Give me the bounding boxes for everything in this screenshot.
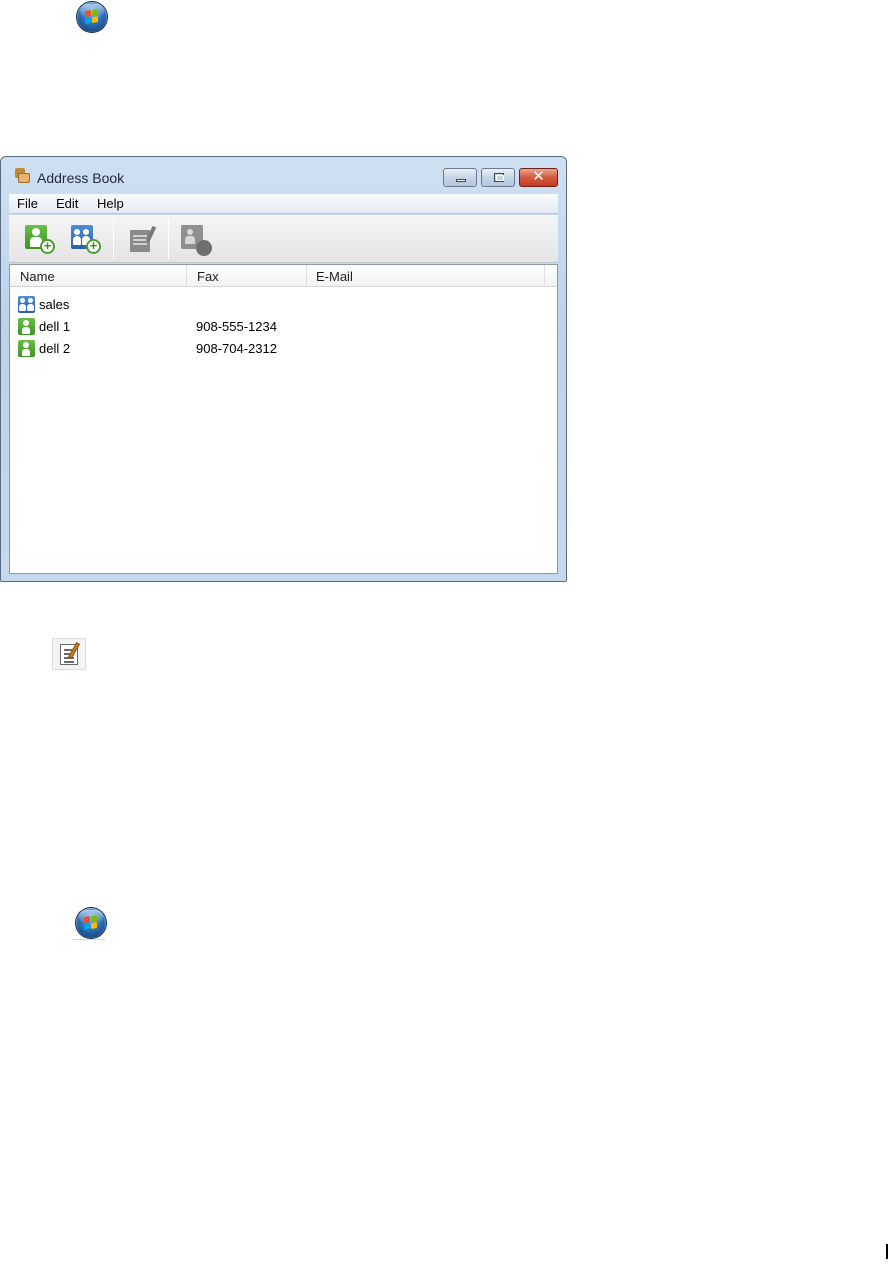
- window-title: Address Book: [37, 170, 125, 186]
- add-contact-icon: +: [23, 223, 59, 257]
- address-book-icon: [13, 168, 30, 183]
- properties-button[interactable]: [125, 223, 161, 257]
- toolbar-separator: [113, 219, 114, 259]
- column-header-email[interactable]: E-Mail: [307, 265, 545, 287]
- row-fax: 908-555-1234: [196, 319, 277, 334]
- row-fax: 908-704-2312: [196, 341, 277, 356]
- toolbar-separator: [168, 219, 169, 259]
- contact-icon: [18, 318, 35, 335]
- add-group-icon: +: [69, 223, 105, 257]
- row-name: sales: [39, 297, 70, 312]
- menu-bar: File Edit Help: [9, 194, 558, 214]
- toolbar: + +: [9, 215, 558, 263]
- list-item[interactable]: sales: [10, 294, 557, 315]
- list-item[interactable]: dell 1 908-555-1234: [10, 316, 557, 337]
- row-name: dell 1: [39, 319, 71, 334]
- title-bar[interactable]: Address Book ✕: [1, 157, 566, 193]
- column-header-fax[interactable]: Fax: [187, 265, 307, 287]
- minimize-icon: [456, 179, 466, 182]
- contact-icon: [18, 340, 35, 357]
- close-icon: ✕: [532, 168, 545, 185]
- page-edge-mark: [886, 1244, 888, 1259]
- new-contact-button[interactable]: +: [23, 223, 59, 257]
- column-header-name[interactable]: Name: [10, 265, 187, 287]
- row-name: dell 2: [39, 341, 71, 356]
- windows-start-icon: [76, 908, 106, 938]
- divider: [72, 939, 106, 940]
- properties-icon: [52, 638, 86, 670]
- maximize-button[interactable]: [481, 168, 515, 187]
- maximize-icon: [494, 173, 504, 182]
- address-list[interactable]: Name Fax E-Mail sales dell 1 908-555-123…: [9, 264, 558, 574]
- menu-file[interactable]: File: [17, 196, 38, 211]
- group-icon: [18, 296, 35, 313]
- setup-button[interactable]: [179, 223, 215, 257]
- setup-icon: [179, 223, 215, 257]
- menu-edit[interactable]: Edit: [56, 196, 78, 211]
- list-item[interactable]: dell 2 908-704-2312: [10, 338, 557, 359]
- address-book-window: Address Book ✕ File Edit Help + + Name F…: [0, 156, 567, 582]
- close-button[interactable]: ✕: [519, 168, 558, 187]
- new-group-button[interactable]: +: [69, 223, 105, 257]
- properties-icon: [128, 225, 157, 254]
- windows-start-icon: [77, 2, 107, 32]
- menu-help[interactable]: Help: [97, 196, 124, 211]
- list-header: Name Fax E-Mail: [10, 265, 557, 287]
- minimize-button[interactable]: [443, 168, 477, 187]
